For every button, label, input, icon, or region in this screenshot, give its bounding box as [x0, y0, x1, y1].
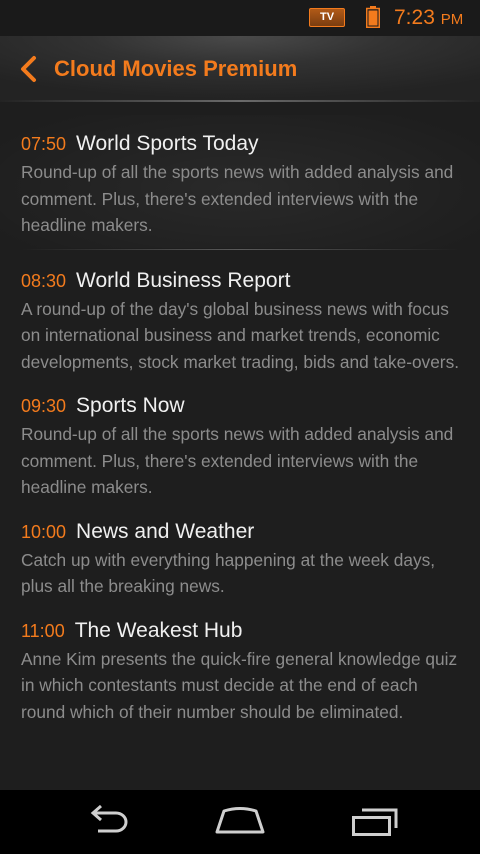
program-list: 07:50 World Sports Today Round-up of all …	[0, 115, 480, 725]
status-clock: 7:23 PM	[394, 5, 463, 31]
program-title: World Sports Today	[76, 132, 259, 155]
program-item[interactable]: 10:00 News and Weather Catch up with ever…	[0, 501, 480, 600]
program-item[interactable]: 11:00 The Weakest Hub Anne Kim presents t…	[0, 600, 480, 726]
program-title: Sports Now	[76, 394, 185, 417]
program-title: World Business Report	[76, 268, 291, 292]
program-time: 07:50	[21, 134, 67, 154]
program-description: Anne Kim presents the quick-fire general…	[21, 648, 458, 722]
tv-icon: TV	[309, 8, 345, 27]
program-header: 10:00 News and Weather	[21, 517, 459, 547]
status-bar: TV 7:23 PM	[0, 0, 480, 36]
program-header: 08:30 World Business Report	[21, 266, 459, 296]
recent-apps-icon[interactable]	[350, 804, 400, 838]
program-item[interactable]: 09:30 Sports Now Round-up of all the spor…	[0, 375, 480, 501]
back-chevron-icon[interactable]	[16, 52, 40, 86]
program-item[interactable]: 08:30 World Business Report A round-up of…	[0, 250, 480, 376]
program-time: 09:30	[21, 396, 67, 416]
back-icon[interactable]	[82, 804, 132, 838]
page-title: Cloud Movies Premium	[54, 56, 298, 81]
program-title: The Weakest Hub	[74, 618, 243, 642]
program-description: Round-up of all the sports news with add…	[21, 424, 454, 497]
clock-time: 7:23	[394, 6, 435, 29]
program-header: 09:30 Sports Now	[21, 391, 459, 421]
program-description: Round-up of all the sports news with add…	[21, 162, 454, 235]
program-time: 11:00	[21, 620, 65, 641]
program-item[interactable]: 07:50 World Sports Today Round-up of all …	[0, 115, 480, 250]
clock-ampm: PM	[440, 11, 464, 28]
program-title: News and Weather	[76, 519, 255, 543]
program-description: A round-up of the day's global business …	[21, 298, 460, 372]
battery-icon	[366, 6, 380, 28]
program-description: Catch up with everything happening at th…	[21, 549, 436, 597]
program-time: 10:00	[21, 521, 67, 542]
program-header: 07:50 World Sports Today	[21, 129, 459, 159]
program-header: 11:00 The Weakest Hub	[21, 616, 459, 646]
navigation-bar	[0, 790, 480, 854]
program-time: 08:30	[21, 270, 67, 291]
action-bar: Cloud Movies Premium	[0, 36, 480, 102]
home-icon[interactable]	[213, 804, 267, 838]
